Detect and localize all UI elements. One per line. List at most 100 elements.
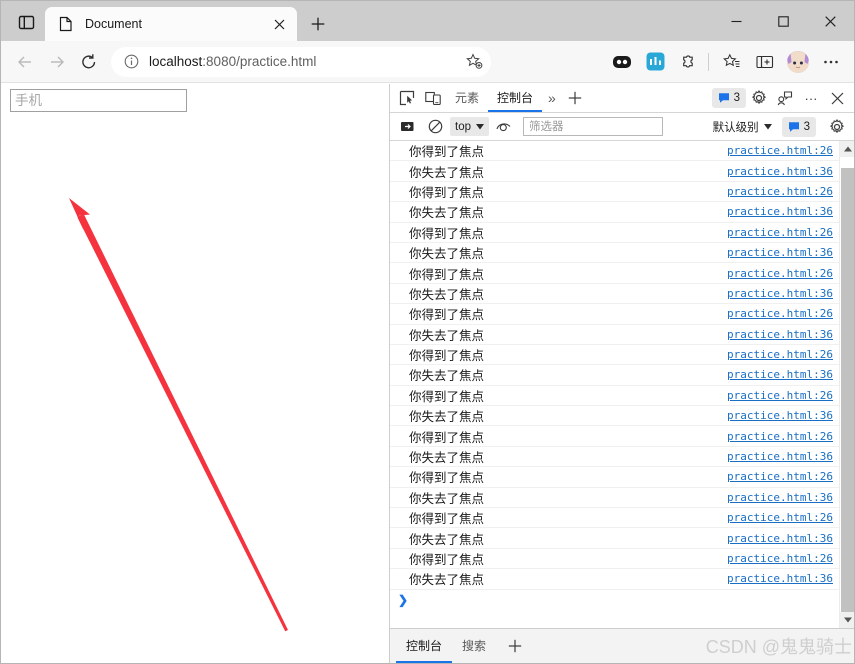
console-log-row[interactable]: 你得到了焦点 practice.html:26 bbox=[390, 223, 839, 243]
csdn-watermark: CSDN @鬼鬼骑士 bbox=[705, 637, 852, 657]
forward-arrow-icon[interactable] bbox=[41, 46, 73, 78]
address-bar[interactable]: localhost:8080/practice.html bbox=[111, 46, 491, 77]
console-log-row[interactable]: 你失去了焦点 practice.html:36 bbox=[390, 488, 839, 509]
devtools-close-icon[interactable] bbox=[824, 86, 850, 110]
settings-more-icon[interactable] bbox=[816, 47, 846, 77]
console-log-source-link[interactable]: practice.html:36 bbox=[727, 205, 833, 218]
console-log-row[interactable]: 你失去了焦点 practice.html:36 bbox=[390, 447, 839, 468]
tab-close-icon[interactable] bbox=[267, 12, 291, 36]
live-expression-eye-icon[interactable] bbox=[491, 115, 517, 139]
console-log-row[interactable]: 你得到了焦点 practice.html:26 bbox=[390, 141, 839, 162]
console-log-source-link[interactable]: practice.html:26 bbox=[727, 511, 833, 524]
console-message-badge[interactable]: 3 bbox=[781, 116, 816, 137]
console-log-source-link[interactable]: practice.html:36 bbox=[727, 409, 833, 422]
console-log-source-link[interactable]: practice.html:36 bbox=[727, 491, 833, 504]
console-log-row[interactable]: 你得到了焦点 practice.html:26 bbox=[390, 467, 839, 488]
clear-console-icon[interactable] bbox=[394, 115, 420, 139]
console-log-row[interactable]: 你失去了焦点 practice.html:36 bbox=[390, 284, 839, 305]
devtools-overflow-icon[interactable]: » bbox=[542, 90, 562, 106]
console-log-source-link[interactable]: practice.html:26 bbox=[727, 552, 833, 565]
console-log-row[interactable]: 你失去了焦点 practice.html:36 bbox=[390, 528, 839, 549]
device-toolbar-icon[interactable] bbox=[420, 86, 446, 110]
split-screen-icon[interactable] bbox=[607, 47, 637, 77]
devtools-more-icon[interactable]: ··· bbox=[798, 86, 824, 110]
console-log-source-link[interactable]: practice.html:26 bbox=[727, 226, 833, 239]
console-log-source-link[interactable]: practice.html:36 bbox=[727, 450, 833, 463]
tab-search-icon[interactable] bbox=[7, 5, 45, 39]
console-scroll-viewport[interactable]: 你得到了焦点 practice.html:26 你失去了焦点 practice.htm… bbox=[390, 141, 839, 628]
maximize-icon[interactable] bbox=[760, 1, 807, 41]
console-log-source-link[interactable]: practice.html:36 bbox=[727, 246, 833, 259]
info-icon[interactable] bbox=[121, 52, 141, 72]
console-log-row[interactable]: 你得到了焦点 practice.html:26 bbox=[390, 508, 839, 529]
window-close-icon[interactable] bbox=[807, 1, 854, 41]
console-log-source-link[interactable]: practice.html:26 bbox=[727, 389, 833, 402]
console-log-row[interactable]: 你失去了焦点 practice.html:36 bbox=[390, 202, 839, 223]
console-log-text: 你得到了焦点 bbox=[409, 430, 485, 445]
reload-icon[interactable] bbox=[73, 46, 105, 78]
devtools-tab-console[interactable]: 控制台 bbox=[488, 84, 543, 112]
app-icon[interactable] bbox=[640, 47, 670, 77]
favorites-star-icon[interactable] bbox=[717, 47, 747, 77]
console-level-select[interactable]: 默认级别 bbox=[709, 117, 776, 137]
console-log-source-link[interactable]: practice.html:26 bbox=[727, 430, 833, 443]
console-log-row[interactable]: 你得到了焦点 practice.html:26 bbox=[390, 182, 839, 203]
add-favorite-star-icon[interactable] bbox=[463, 51, 485, 73]
page-icon bbox=[57, 16, 74, 33]
profile-avatar[interactable] bbox=[783, 47, 813, 77]
avatar bbox=[787, 50, 809, 73]
console-log-source-link[interactable]: practice.html:36 bbox=[727, 328, 833, 341]
console-prompt[interactable]: ❯ bbox=[390, 590, 839, 611]
devtools-settings-gear-icon[interactable] bbox=[746, 86, 772, 110]
console-filter-input[interactable] bbox=[523, 117, 663, 136]
console-log-row[interactable]: 你失去了焦点 practice.html:36 bbox=[390, 365, 839, 386]
console-log-row[interactable]: 你得到了焦点 practice.html:26 bbox=[390, 426, 839, 447]
console-log-source-link[interactable]: practice.html:26 bbox=[727, 267, 833, 280]
console-log-row[interactable]: 你失去了焦点 practice.html:36 bbox=[390, 325, 839, 345]
console-context-select[interactable]: top bbox=[450, 117, 489, 136]
phone-input[interactable] bbox=[10, 89, 187, 112]
drawer-add-tab-button[interactable] bbox=[502, 634, 528, 658]
devtools-message-badge[interactable]: 3 bbox=[711, 88, 746, 108]
console-log-row[interactable]: 你失去了焦点 practice.html:36 bbox=[390, 161, 839, 182]
console-log-source-link[interactable]: practice.html:26 bbox=[727, 307, 833, 320]
console-log-row[interactable]: 你得到了焦点 practice.html:26 bbox=[390, 263, 839, 284]
console-log-source-link[interactable]: practice.html:36 bbox=[727, 287, 833, 300]
console-log-source-link[interactable]: practice.html:36 bbox=[727, 368, 833, 381]
drawer-tab-console[interactable]: 控制台 bbox=[396, 629, 453, 663]
devtools-feedback-icon[interactable] bbox=[772, 86, 798, 110]
console-log-source-link[interactable]: practice.html:26 bbox=[727, 185, 833, 198]
console-log-row[interactable]: 你得到了焦点 practice.html:26 bbox=[390, 549, 839, 570]
console-log-row[interactable]: 你得到了焦点 practice.html:26 bbox=[390, 304, 839, 325]
console-log-source-link[interactable]: practice.html:26 bbox=[727, 144, 833, 157]
console-log-source-link[interactable]: practice.html:26 bbox=[727, 348, 833, 361]
console-log-row[interactable]: 你失去了焦点 practice.html:36 bbox=[390, 569, 839, 590]
console-scrollbar[interactable] bbox=[839, 141, 854, 628]
console-log-row[interactable]: 你得到了焦点 practice.html:26 bbox=[390, 386, 839, 407]
console-log-row[interactable]: 你失去了焦点 practice.html:36 bbox=[390, 243, 839, 264]
console-level-value: 默认级别 bbox=[712, 121, 759, 134]
new-tab-button[interactable] bbox=[303, 9, 333, 39]
preserve-log-no-entry-icon[interactable] bbox=[422, 115, 448, 139]
back-arrow-icon[interactable] bbox=[9, 46, 41, 78]
drawer-tab-search[interactable]: 搜索 bbox=[452, 629, 496, 663]
scrollbar-down-arrow-icon[interactable] bbox=[840, 612, 854, 628]
console-log-source-link[interactable]: practice.html:36 bbox=[727, 532, 833, 545]
collections-icon[interactable] bbox=[750, 47, 780, 77]
browser-toolbar: localhost:8080/practice.html bbox=[1, 41, 854, 83]
devtools-add-tab-button[interactable] bbox=[562, 86, 588, 110]
tab-title: Document bbox=[85, 17, 142, 31]
console-log-source-link[interactable]: practice.html:36 bbox=[727, 572, 833, 585]
console-settings-gear-icon[interactable] bbox=[824, 115, 850, 139]
scrollbar-thumb[interactable] bbox=[841, 168, 854, 617]
scrollbar-up-arrow-icon[interactable] bbox=[840, 141, 854, 157]
console-log-source-link[interactable]: practice.html:36 bbox=[727, 165, 833, 178]
extensions-puzzle-icon[interactable] bbox=[673, 47, 703, 77]
inspect-element-icon[interactable] bbox=[394, 86, 420, 110]
console-log-source-link[interactable]: practice.html:26 bbox=[727, 470, 833, 483]
console-log-row[interactable]: 你失去了焦点 practice.html:36 bbox=[390, 406, 839, 427]
minimize-icon[interactable] bbox=[713, 1, 760, 41]
devtools-tab-elements[interactable]: 元素 bbox=[446, 84, 488, 112]
browser-tab-document[interactable]: Document bbox=[45, 7, 297, 41]
console-log-row[interactable]: 你得到了焦点 practice.html:26 bbox=[390, 345, 839, 366]
